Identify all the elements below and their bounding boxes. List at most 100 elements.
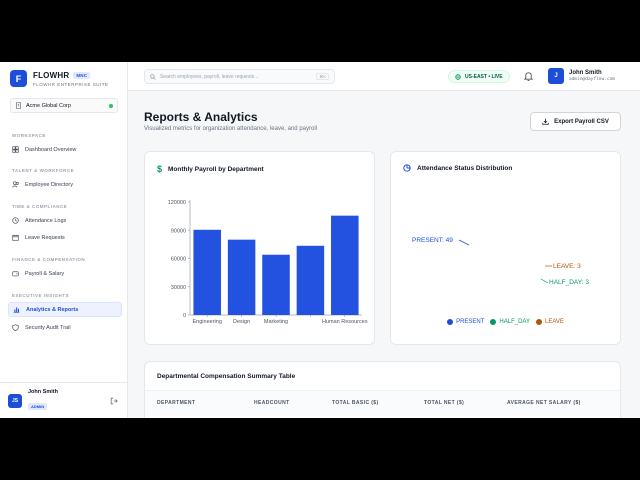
nav-section-executive: EXECUTIVE INSIGHTS [12,293,70,298]
org-switcher[interactable]: Acme Global Corp [10,98,118,113]
user-name: John Smith [569,70,602,76]
search-icon [150,73,156,80]
shortcut-hint: ⌘K [316,73,329,80]
sidebar-item-label: Attendance Logs [25,217,67,224]
legend-swatch [536,319,542,325]
bar [331,215,359,315]
page-title: Reports & Analytics [144,110,258,124]
user-menu[interactable]: J John Smith admin@dayflow.com [548,68,615,84]
pie-data-label: HALF_DAY: 3 [549,279,589,286]
chart-legend: PRESENT HALF_DAY LEAVE [391,319,620,325]
nav-section-workspace: WORKSPACE [12,133,46,138]
y-tick-label: 120000 [168,200,186,206]
nav-section-time: TIME & COMPLIANCE [12,204,68,209]
globe-icon [455,73,461,80]
sidebar-item-dashboard[interactable]: Dashboard Overview [8,142,122,157]
legend-label: PRESENT [456,319,485,325]
nav-section-talent: TALENT & WORKFORCE [12,168,75,173]
main-content: Reports & Analytics Visualized metrics f… [128,91,640,418]
clock-icon [12,217,19,224]
payroll-bar-chart: 0 30000 60000 90000 120000 Engineering Design M… [168,200,368,325]
column-header[interactable]: TOTAL NET ($) [424,400,464,406]
column-header[interactable]: TOTAL BASIC ($) [332,400,379,406]
bar-chart-icon [13,307,20,313]
legend-swatch [490,319,497,325]
region-label: US-EAST • LIVE [465,73,503,80]
layout-icon [12,146,19,153]
app-window: F FLOWHR MNC FLOWHR ENTERPRISE SUITE Acm… [0,62,640,418]
sidebar-item-label: Security Audit Trail [25,324,71,331]
column-header[interactable]: AVERAGE NET SALARY ($) [507,400,581,406]
sidebar: F FLOWHR MNC FLOWHR ENTERPRISE SUITE Acm… [0,62,128,418]
y-tick-label: 90000 [171,228,186,234]
region-status-badge: US-EAST • LIVE [448,70,510,83]
table-title: Departmental Compensation Summary Table [157,373,296,380]
wallet-icon [12,271,19,277]
bell-icon[interactable] [524,71,533,81]
table-header-row: DEPARTMENT HEADCOUNT TOTAL BASIC ($) TOT… [145,390,620,416]
sidebar-item-label: Payroll & Salary [25,270,65,277]
sidebar-item-employees[interactable]: Employee Directory [8,177,122,192]
building-icon [16,102,21,109]
export-payroll-csv-button[interactable]: Export Payroll CSV [530,112,621,131]
legend-item[interactable]: HALF_DAY [490,319,530,325]
calendar-icon [12,234,19,241]
sidebar-item-analytics[interactable]: Analytics & Reports [8,302,122,317]
column-header[interactable]: HEADCOUNT [254,400,290,406]
bar [227,239,256,315]
users-icon [12,181,19,188]
bar [262,254,290,315]
sidebar-item-label: Dashboard Overview [25,146,77,153]
attendance-pie-chart: PRESENT: 49 HALF_DAY: 3 LEAVE: 3 [412,237,589,286]
attendance-status-card: Attendance Status Distribution PRESENT: … [390,151,621,345]
brand-name: FLOWHR [33,70,70,80]
pie-label-leader [540,278,549,284]
logout-icon[interactable] [110,397,118,405]
pie-data-label: PRESENT: 49 [412,237,453,244]
sidebar-user: JS John Smith ADMIN [0,382,128,418]
sidebar-item-audit[interactable]: Security Audit Trail [8,320,122,335]
sidebar-item-label: Leave Requests [25,234,65,241]
user-email: admin@dayflow.com [569,77,616,82]
compensation-table-card: Departmental Compensation Summary Table … [144,361,621,418]
org-status-dot [109,103,113,108]
top-bar: Search employees, payroll, leave request… [128,62,640,91]
sidebar-item-attendance[interactable]: Attendance Logs [8,213,122,228]
sidebar-item-payroll[interactable]: Payroll & Salary [8,266,122,281]
x-tick-label: Marketing [264,319,288,325]
legend-item[interactable]: LEAVE [536,319,564,325]
payroll-chart-card: $ Monthly Payroll by Department 0 30000 60… [144,151,375,345]
org-name: Acme Global Corp [26,102,71,109]
legend-swatch [447,319,454,325]
bar [296,245,325,315]
page-subtitle: Visualized metrics for organization atte… [144,126,317,132]
x-tick-label: Design [233,319,250,325]
legend-label: LEAVE [545,319,564,325]
search-input[interactable]: Search employees, payroll, leave request… [144,69,335,84]
x-tick-label: Engineering [193,319,222,325]
download-icon [542,118,549,125]
y-tick-label: 0 [183,313,186,319]
x-tick-label: Human Resources [322,319,368,325]
y-tick-label: 60000 [171,257,186,263]
avatar[interactable]: JS [8,393,22,408]
pie-label-leader [458,239,470,246]
brand-logo: F [10,70,27,87]
sidebar-item-label: Employee Directory [25,181,73,188]
legend-item[interactable]: PRESENT [447,319,484,325]
brand[interactable]: F FLOWHR MNC FLOWHR ENTERPRISE SUITE [10,70,109,87]
search-placeholder: Search employees, payroll, leave request… [160,73,259,80]
y-tick-label: 30000 [171,285,186,291]
column-header[interactable]: DEPARTMENT [157,400,195,406]
brand-badge: MNC [73,71,91,79]
brand-subtitle: FLOWHR ENTERPRISE SUITE [33,81,109,87]
pie-data-label: LEAVE: 3 [553,263,581,270]
sidebar-item-leave[interactable]: Leave Requests [8,230,122,245]
avatar: J [548,68,564,84]
legend-label: HALF_DAY [499,319,530,325]
bar [193,229,221,315]
sidebar-user-name: John Smith [28,388,58,395]
nav-section-finance: FINANCE & COMPENSATION [12,257,86,262]
sidebar-item-label: Analytics & Reports [26,306,79,313]
shield-icon [12,324,19,331]
